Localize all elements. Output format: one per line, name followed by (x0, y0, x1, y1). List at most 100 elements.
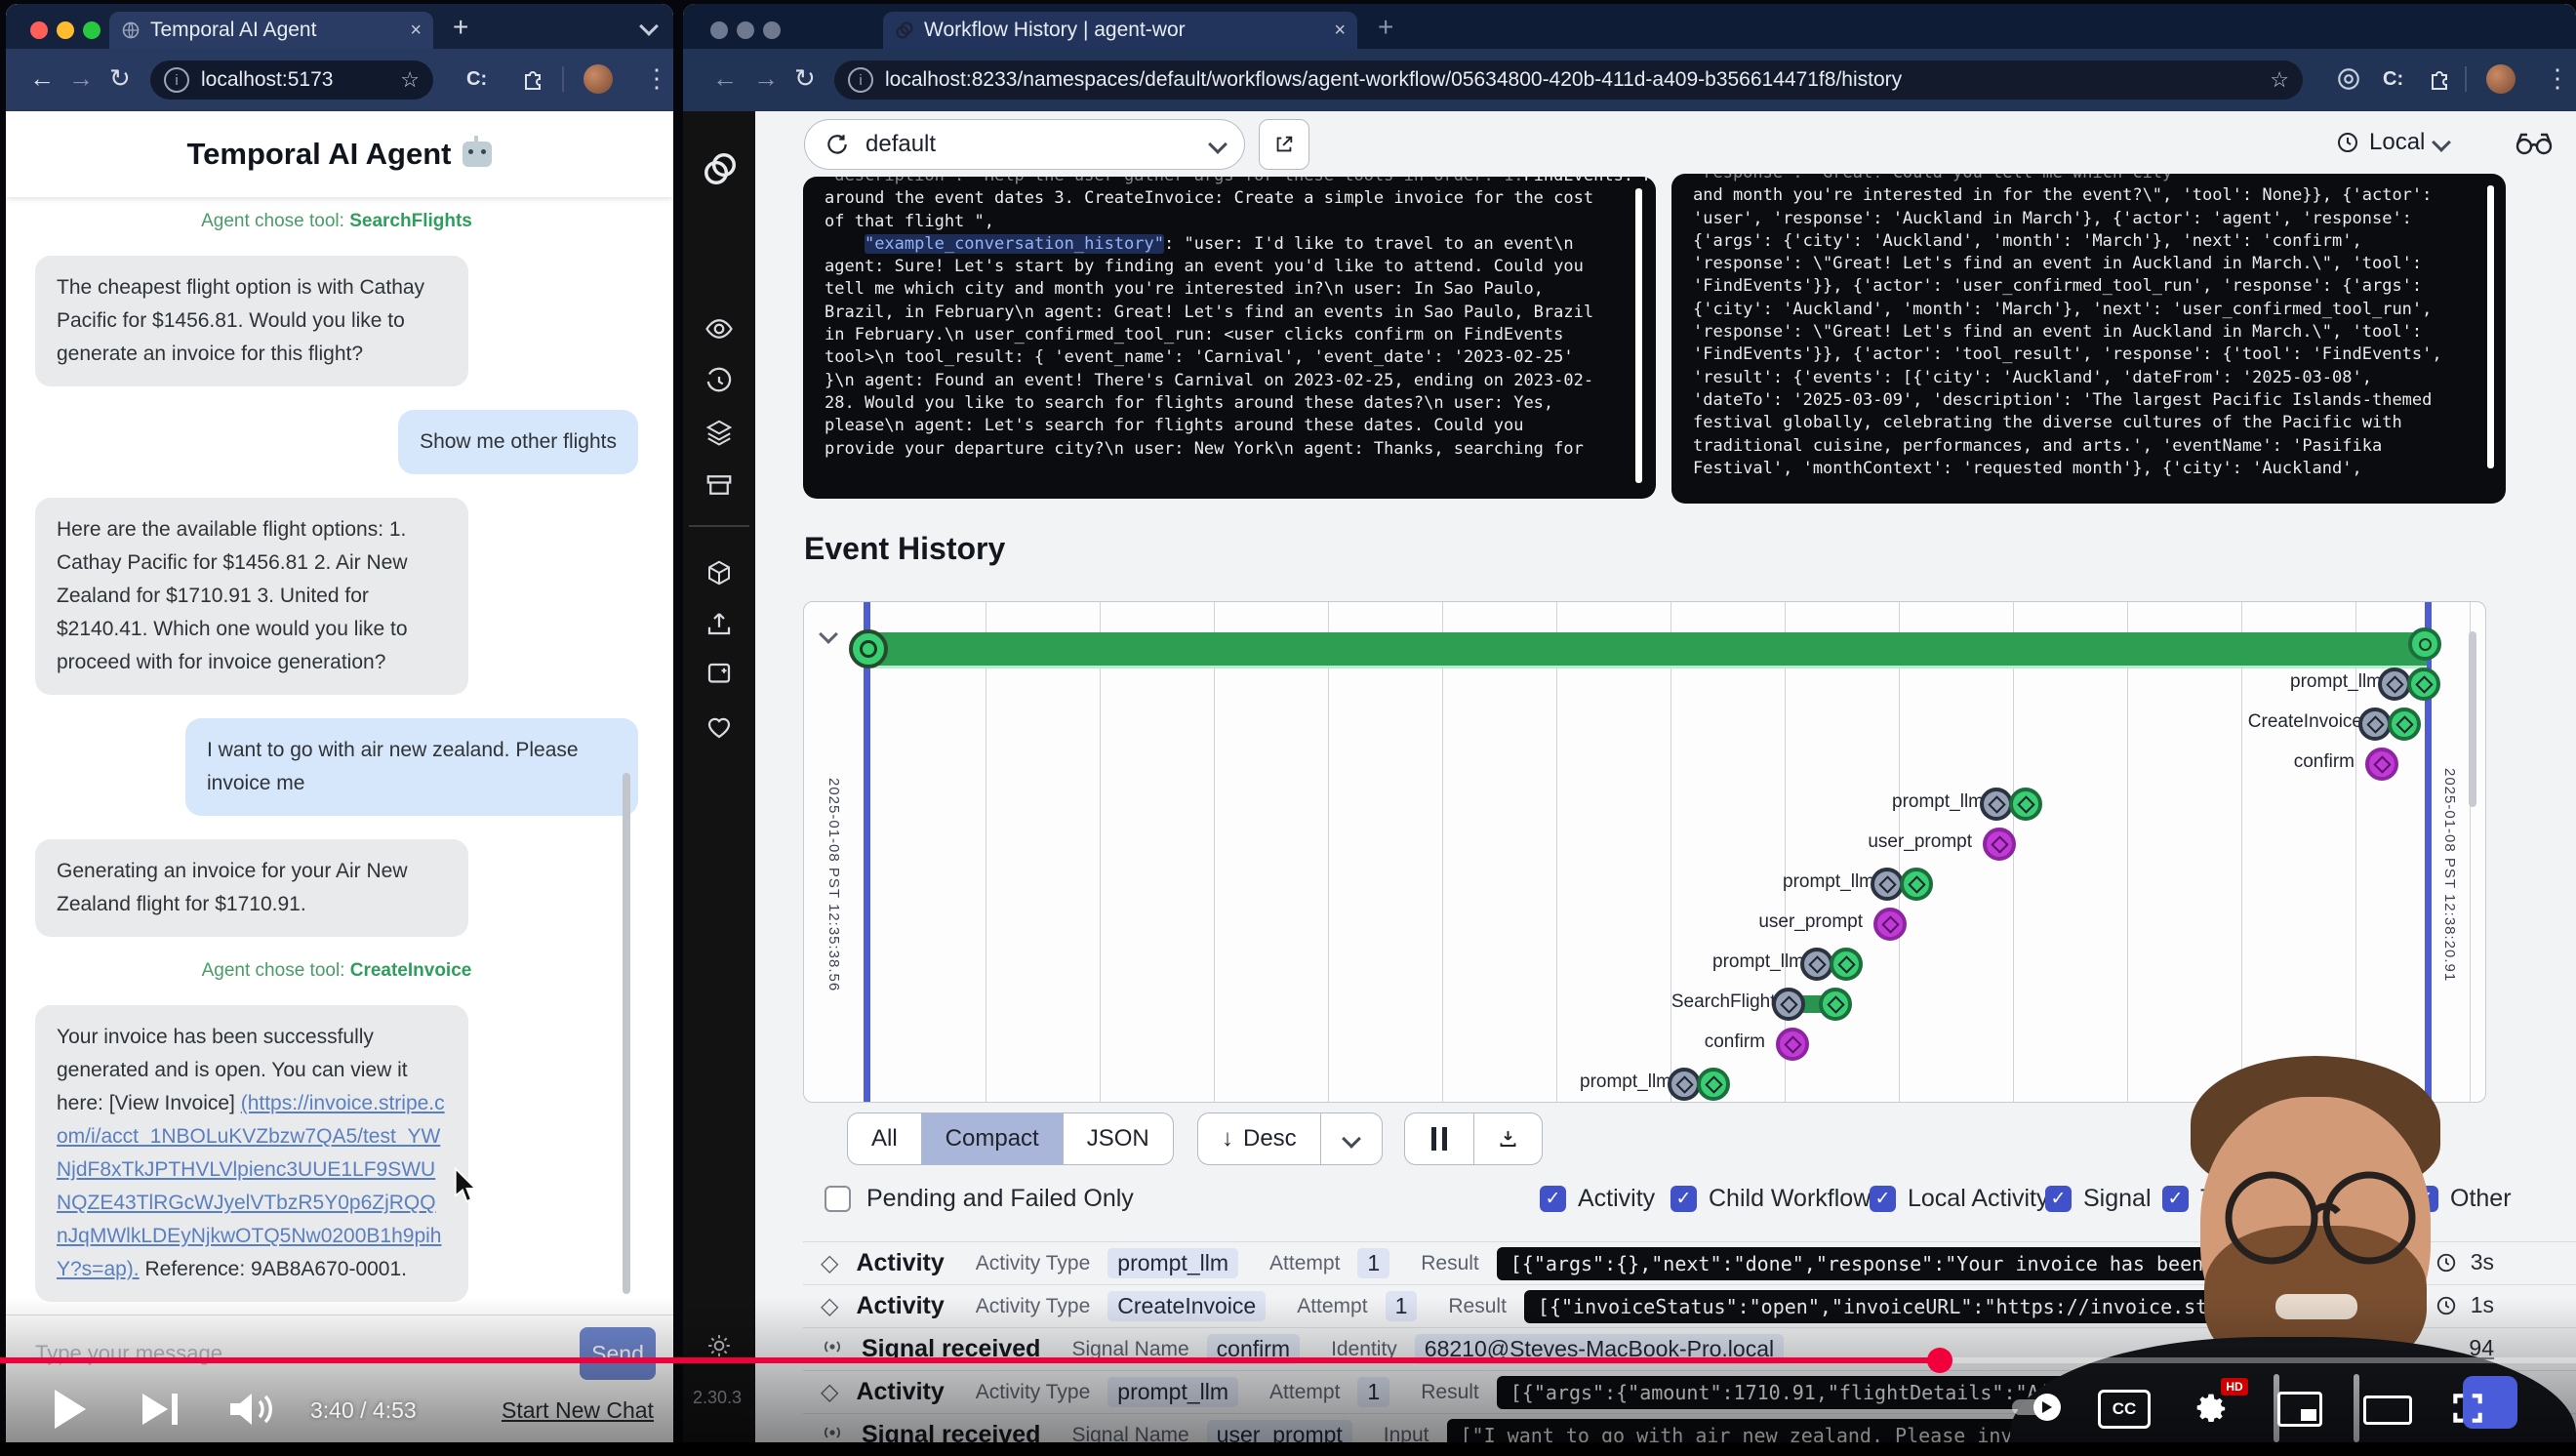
temporal-logo-icon[interactable] (702, 150, 739, 187)
forward-button[interactable]: → (753, 63, 779, 94)
workflows-eye-icon[interactable] (704, 314, 734, 344)
timeline-event-marker[interactable] (1983, 828, 2016, 861)
timeline-event-marker[interactable] (1772, 988, 1805, 1021)
timeline-event-marker[interactable] (2378, 667, 2411, 701)
namespace-select[interactable]: default (804, 119, 1245, 170)
browser-tab[interactable]: Temporal AI Agent × (109, 12, 433, 49)
password-manager-icon[interactable] (2336, 66, 2361, 92)
miniplayer-button[interactable] (2277, 1392, 2322, 1427)
type-filter-activity[interactable]: ✓Activity (1540, 1185, 1655, 1213)
site-info-icon[interactable]: i (848, 67, 873, 93)
docs-book-icon[interactable] (704, 660, 734, 689)
workflow-end-marker[interactable] (2408, 627, 2441, 661)
open-namespace-button[interactable] (1259, 119, 1309, 170)
timeline-event-marker[interactable] (1819, 988, 1852, 1021)
close-window-button[interactable] (30, 21, 48, 39)
timeline-event-marker[interactable] (1697, 1068, 1730, 1101)
namespaces-layers-icon[interactable] (704, 418, 734, 447)
timeline-event-marker[interactable] (1800, 948, 1833, 981)
extension-c-icon[interactable]: C: (2383, 68, 2403, 91)
timeline-event-marker[interactable] (2365, 748, 2398, 781)
browser-menu-icon[interactable]: ⋮ (2545, 63, 2570, 94)
workflow-duration-bar[interactable] (868, 632, 2427, 668)
next-button[interactable] (142, 1394, 178, 1425)
play-button[interactable] (55, 1390, 86, 1429)
sort-options-chevron[interactable] (1320, 1113, 1382, 1164)
timeline-scrollbar[interactable] (2469, 631, 2476, 807)
extensions-puzzle-icon[interactable] (2428, 67, 2451, 91)
extension-c-icon[interactable]: C: (466, 68, 487, 91)
profile-avatar[interactable] (584, 64, 613, 94)
view-tab-json[interactable]: JSON (1063, 1113, 1173, 1164)
back-button[interactable]: ← (712, 63, 738, 94)
bookmark-star-icon[interactable]: ☆ (400, 67, 420, 93)
sort-desc-button[interactable]: ↓ Desc (1198, 1113, 1320, 1164)
pending-failed-checkbox[interactable] (825, 1186, 851, 1212)
tab-close-icon[interactable]: × (410, 20, 422, 42)
workflow-input-code-left[interactable]: "description": "Help the user gather arg… (803, 177, 1656, 499)
profile-avatar[interactable] (2486, 64, 2516, 94)
code-scrollbar[interactable] (2487, 185, 2494, 468)
back-button[interactable]: ← (29, 63, 55, 94)
timeline-event-marker[interactable] (1900, 868, 1933, 901)
codec-cube-icon[interactable] (704, 558, 734, 587)
share-upload-icon[interactable] (704, 609, 734, 638)
progress-scrubber[interactable] (1927, 1348, 1952, 1373)
pause-updates-button[interactable] (1405, 1113, 1473, 1164)
reload-button[interactable]: ↻ (794, 63, 816, 94)
timeline-event-marker[interactable] (1873, 908, 1907, 941)
labs-glasses-icon[interactable] (2514, 129, 2555, 158)
fullscreen-button[interactable] (2449, 1390, 2486, 1427)
timeline-event-marker[interactable] (1871, 868, 1904, 901)
timeline-event-marker[interactable] (1830, 948, 1863, 981)
new-tab-button[interactable]: + (1378, 12, 1393, 43)
workflow-start-marker[interactable] (849, 629, 888, 668)
address-bar[interactable]: i localhost:5173 ☆ (150, 61, 433, 100)
code-scrollbar[interactable] (1635, 188, 1642, 483)
minimize-window-button[interactable] (737, 21, 754, 39)
work flow-input-code-right[interactable]: 'response': "Great! Could you tell me wh… (1671, 174, 2506, 504)
address-bar[interactable]: i localhost:8233/namespaces/default/work… (834, 61, 2303, 100)
checked-checkbox[interactable]: ✓ (1670, 1186, 1697, 1212)
timeline-event-marker[interactable] (2009, 788, 2042, 821)
timeline-event-marker[interactable] (1980, 788, 2013, 821)
timeline-event-marker[interactable] (2407, 667, 2440, 701)
tab-search-icon[interactable] (639, 17, 659, 36)
download-history-button[interactable] (1473, 1113, 1542, 1164)
view-tab-compact[interactable]: Compact (921, 1113, 1063, 1164)
zoom-window-button[interactable] (83, 21, 101, 39)
tab-close-icon[interactable]: × (1334, 20, 1346, 42)
volume-icon[interactable] (226, 1390, 279, 1429)
view-tab-all[interactable]: All (848, 1113, 921, 1164)
new-tab-button[interactable]: + (453, 12, 468, 43)
expand-timeline-icon[interactable] (819, 625, 838, 644)
timeline-event-marker[interactable] (1668, 1068, 1701, 1101)
minimize-window-button[interactable] (57, 21, 74, 39)
theater-mode-button[interactable] (2363, 1395, 2412, 1425)
zoom-window-button[interactable] (763, 21, 781, 39)
invoice-link[interactable]: (https://invoice.stripe.com/i/acct_1NBOL… (57, 1092, 445, 1280)
close-window-button[interactable] (710, 21, 728, 39)
timezone-select[interactable]: Local (2336, 129, 2448, 156)
timeline-event-marker[interactable] (2388, 708, 2421, 741)
timeline-event-marker[interactable] (1776, 1028, 1809, 1061)
forward-button[interactable]: → (68, 63, 94, 94)
browser-tab[interactable]: Workflow History | agent-wor × (883, 12, 1357, 49)
feedback-heart-icon[interactable] (704, 712, 734, 742)
checked-checkbox[interactable]: ✓ (1540, 1186, 1566, 1212)
checked-checkbox[interactable]: ✓ (1870, 1186, 1896, 1212)
reload-button[interactable]: ↻ (109, 63, 131, 94)
captions-button[interactable]: CC (2098, 1390, 2151, 1429)
pending-failed-filter[interactable]: Pending and Failed Only (825, 1185, 1134, 1213)
autoplay-toggle[interactable] (2012, 1399, 2059, 1415)
schedules-clock-icon[interactable] (704, 367, 734, 396)
browser-menu-icon[interactable]: ⋮ (644, 63, 669, 94)
timeline-event-marker[interactable] (2358, 708, 2392, 741)
progress-played[interactable] (0, 1357, 1940, 1363)
extensions-puzzle-icon[interactable] (521, 67, 544, 91)
chat-scrollbar[interactable] (623, 773, 630, 1294)
type-filter-child-workflow[interactable]: ✓Child Workflow (1670, 1185, 1871, 1213)
bookmark-star-icon[interactable]: ☆ (2270, 67, 2289, 93)
site-info-icon[interactable]: i (164, 67, 189, 93)
archive-icon[interactable] (704, 470, 734, 500)
